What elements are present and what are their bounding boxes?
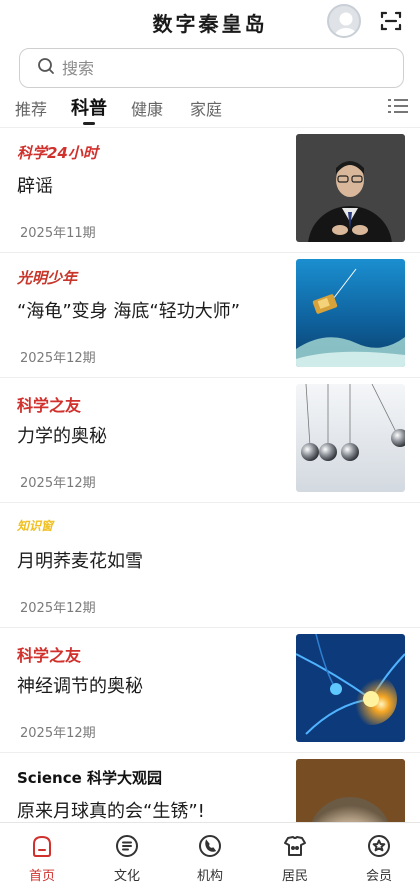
article-date: 2025年12期	[20, 726, 96, 741]
nav-culture[interactable]: 文化	[97, 833, 157, 884]
source-logo: Science 科学大观园	[17, 769, 162, 787]
nav-label: 机构	[196, 869, 223, 884]
culture-icon	[97, 833, 157, 859]
institution-icon	[180, 833, 240, 859]
nav-label: 会员	[365, 869, 392, 884]
article-feed: 科学24小时 辟谣 2025年11期 光明少年 “海龟”变身 海底“轻功大师” …	[0, 128, 420, 822]
nav-residents[interactable]: 居民	[265, 833, 325, 884]
article-title: 力学的奥秘	[17, 426, 107, 447]
source-logo: 知识窗	[17, 519, 54, 533]
tab-health[interactable]: 健康	[131, 96, 163, 120]
nav-institution[interactable]: 机构	[180, 833, 240, 884]
article-thumbnail	[296, 634, 405, 742]
article-thumbnail	[296, 134, 405, 242]
nav-member[interactable]: 会员	[349, 833, 409, 884]
nav-label: 文化	[113, 869, 140, 884]
article-card[interactable]: 科学之友 神经调节的奥秘 2025年12期	[0, 628, 420, 753]
search-bar[interactable]	[19, 48, 404, 88]
article-title: 月明荞麦花如雪	[17, 551, 143, 572]
search-input[interactable]	[62, 58, 362, 78]
tab-family[interactable]: 家庭	[190, 96, 222, 120]
article-card[interactable]: 科学24小时 辟谣 2025年11期	[0, 128, 420, 253]
article-card[interactable]: 科学之友 力学的奥秘 2025年12期	[0, 378, 420, 503]
home-icon	[12, 833, 72, 859]
source-logo: 光明少年	[17, 269, 78, 287]
search-icon	[36, 56, 56, 80]
tab-science[interactable]: 科普	[71, 94, 107, 120]
article-date: 2025年12期	[20, 476, 96, 491]
scan-icon[interactable]	[380, 10, 402, 32]
article-card[interactable]: 光明少年 “海龟”变身 海底“轻功大师” 2025年12期	[0, 253, 420, 378]
article-thumbnail	[296, 259, 405, 367]
source-logo: 科学24小时	[17, 144, 98, 162]
source-logo: 科学之友	[17, 396, 82, 415]
article-date: 2025年12期	[20, 601, 96, 616]
article-title: 辟谣	[17, 176, 53, 197]
bottom-navigation: 首页 文化 机构 居民 会员	[0, 822, 420, 891]
article-thumbnail	[296, 759, 405, 822]
nav-label: 居民	[281, 869, 308, 884]
source-logo: 科学之友	[17, 646, 82, 665]
residents-icon	[265, 833, 325, 859]
category-tabs: 推荐 科普 健康 家庭	[0, 92, 420, 126]
article-card[interactable]: 知识窗 月明荞麦花如雪 2025年12期	[0, 503, 420, 628]
article-date: 2025年12期	[20, 351, 96, 366]
article-date: 2025年11期	[20, 226, 96, 241]
menu-list-icon[interactable]	[388, 98, 408, 114]
article-card[interactable]: Science 科学大观园 原来月球真的会“生锈”!	[0, 753, 420, 822]
user-avatar-icon[interactable]	[327, 4, 361, 38]
active-tab-indicator	[83, 122, 95, 125]
article-title: 神经调节的奥秘	[17, 676, 143, 697]
header: 数字秦皇岛	[0, 0, 420, 44]
member-icon	[349, 833, 409, 859]
tab-recommend[interactable]: 推荐	[15, 96, 47, 120]
article-thumbnail	[296, 384, 405, 492]
article-title: “海龟”变身 海底“轻功大师”	[17, 301, 241, 322]
article-title: 原来月球真的会“生锈”!	[17, 801, 205, 822]
nav-label: 首页	[28, 869, 55, 884]
nav-home[interactable]: 首页	[12, 833, 72, 884]
